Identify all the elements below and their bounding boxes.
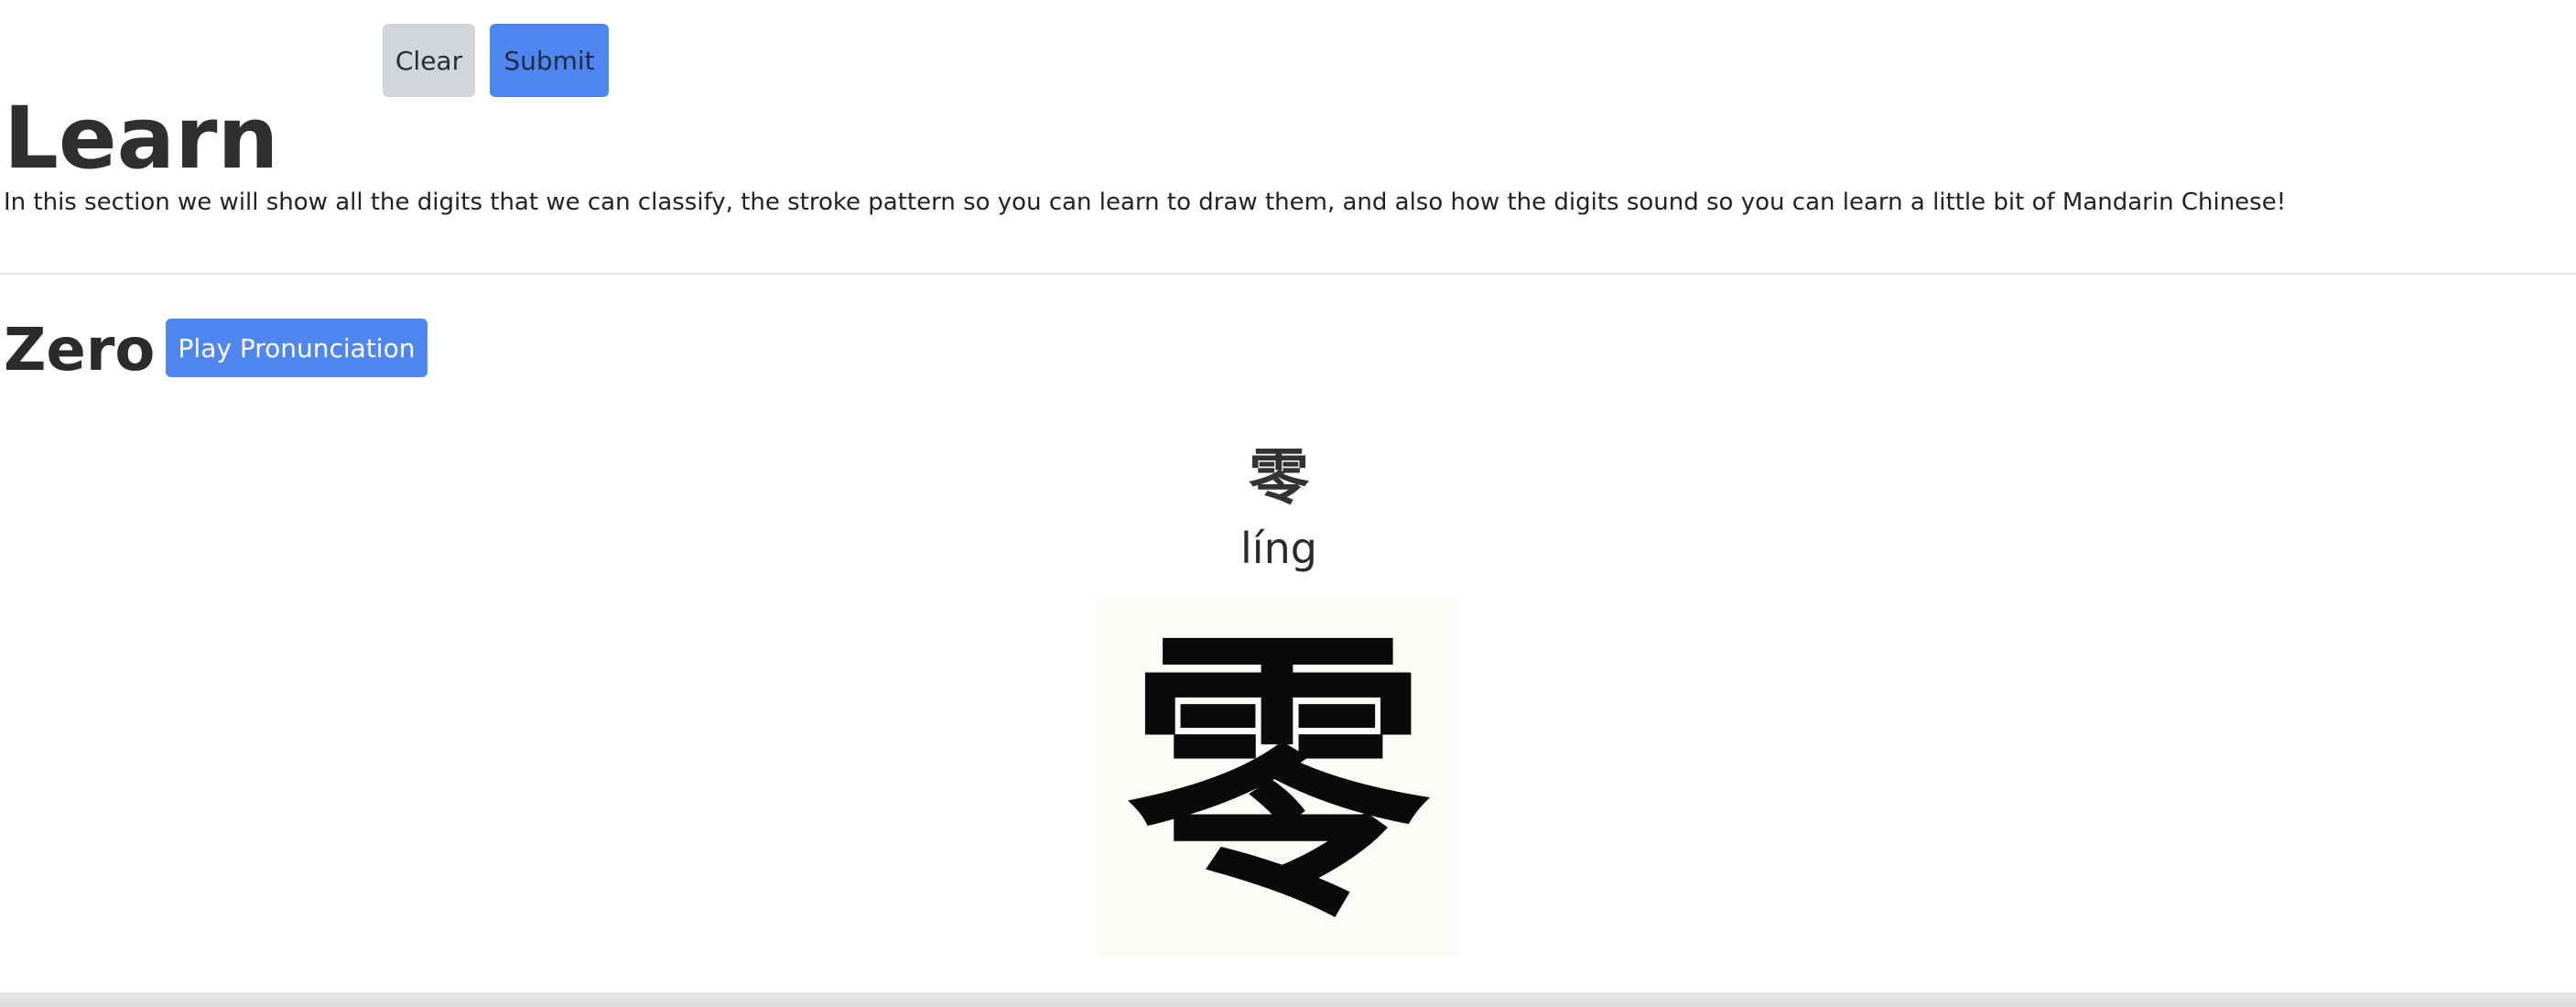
digit-name-heading: Zero bbox=[4, 317, 156, 384]
clear-button[interactable]: Clear bbox=[383, 24, 475, 97]
submit-button[interactable]: Submit bbox=[490, 24, 609, 97]
chinese-character: 零 bbox=[1249, 442, 1309, 513]
section-divider bbox=[0, 273, 2576, 275]
intro-text: In this section we will show all the dig… bbox=[4, 189, 2287, 216]
stroke-pattern-image: 零 bbox=[1097, 599, 1459, 958]
page-title: Learn bbox=[4, 89, 279, 189]
bottom-scroll-edge bbox=[0, 992, 2576, 1007]
pinyin-text: líng bbox=[1240, 524, 1317, 573]
play-pronunciation-button[interactable]: Play Pronunciation bbox=[166, 319, 428, 377]
stroke-pattern-glyph: 零 bbox=[1127, 601, 1429, 956]
learn-page: Clear Submit Learn In this section we wi… bbox=[0, 0, 2576, 1007]
